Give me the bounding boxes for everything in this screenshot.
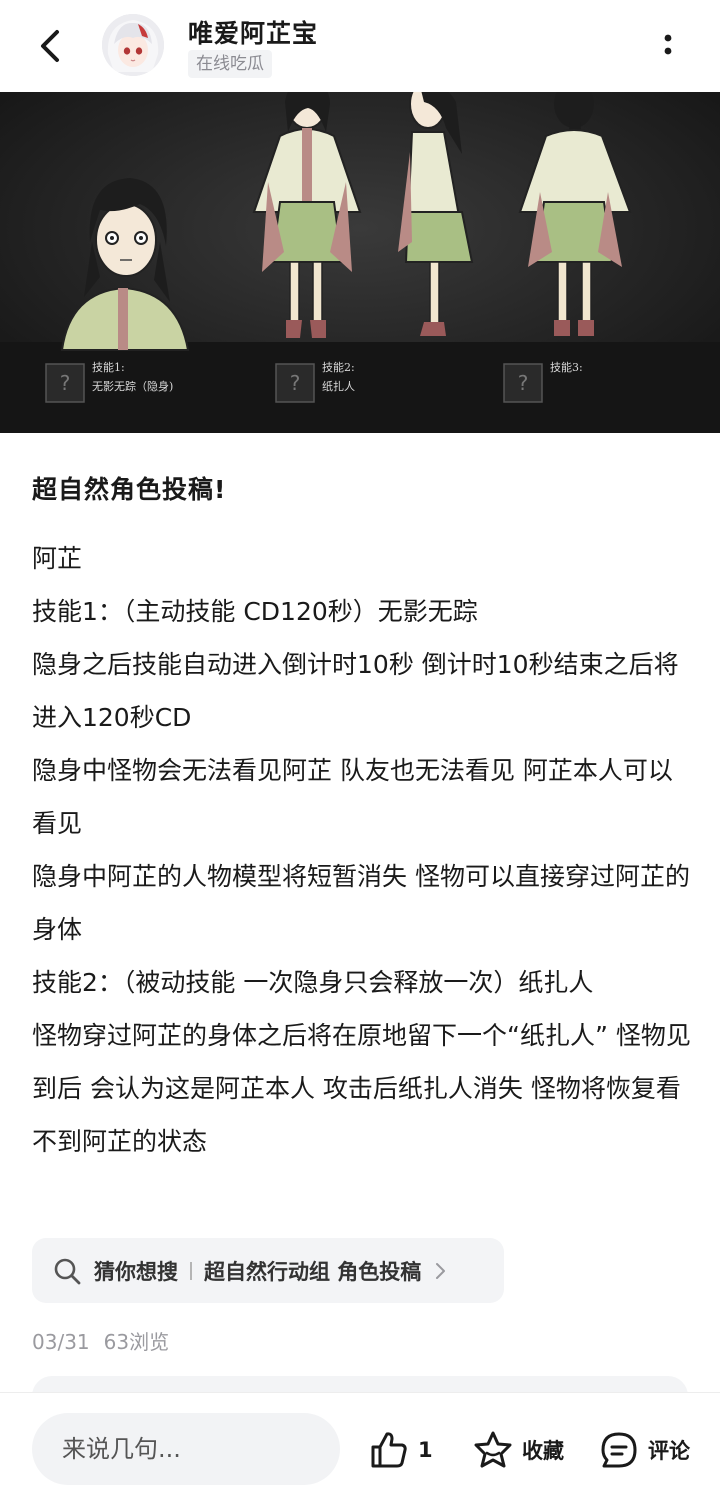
post-paragraph: 隐身中阿芷的人物模型将短暂消失 怪物可以直接穿过阿芷的身体 (32, 862, 690, 944)
post-paragraph: 技能1：（主动技能 CD120秒）无影无踪 (32, 597, 478, 626)
svg-text:?: ? (518, 371, 529, 395)
search-suggestion-query: 超自然行动组 角色投稿 (204, 1259, 422, 1284)
divider (190, 1261, 192, 1280)
top-bar: 唯爱阿芷宝 在线吃瓜 (0, 0, 720, 92)
chevron-right-icon (436, 1262, 446, 1279)
comment-input[interactable]: 来说几句... (32, 1413, 340, 1485)
skill-1-name: 无影无踪（隐身) (92, 380, 174, 393)
skill-2-label: 技能2: (322, 361, 355, 374)
post-paragraph: 隐身之后技能自动进入倒计时10秒 倒计时10秒结束之后将进入120秒CD (32, 650, 679, 732)
post-paragraph: 阿芷 (32, 544, 83, 573)
skill-2-name: 纸扎人 (322, 380, 355, 393)
back-button[interactable] (30, 24, 70, 68)
like-count: 1 (418, 1438, 433, 1462)
skill-1-label: 技能1: (92, 361, 125, 374)
skill-2-caption: 技能2: 纸扎人 (322, 358, 355, 396)
post-paragraph: 隐身中怪物会无法看见阿芷 队友也无法看见 阿芷本人可以看见 (32, 756, 673, 838)
more-options-button[interactable] (656, 28, 680, 64)
comment-button[interactable]: 评论 (598, 1425, 690, 1475)
post-paragraph: 怪物穿过阿芷的身体之后将在原地留下一个“纸扎人” 怪物见到后 会认为这是阿芷本人… (32, 1021, 691, 1156)
post-date: 03/31 (32, 1330, 90, 1354)
thumbs-up-icon (371, 1432, 407, 1468)
star-icon (474, 1431, 512, 1468)
chevron-left-icon (41, 30, 59, 62)
svg-text:?: ? (290, 371, 301, 395)
svg-text:?: ? (60, 371, 71, 395)
avatar[interactable] (102, 14, 164, 76)
post-meta: 03/31 63浏览 (32, 1326, 169, 1355)
post-body: 阿芷 技能1：（主动技能 CD120秒）无影无踪 隐身之后技能自动进入倒计时10… (32, 532, 692, 1168)
favorite-button[interactable]: 收藏 (472, 1425, 564, 1475)
post-title: 超自然角色投稿! (32, 475, 227, 504)
view-count: 63浏览 (103, 1330, 170, 1354)
username[interactable]: 唯爱阿芷宝 (188, 14, 318, 50)
comment-icon (601, 1432, 637, 1468)
search-icon (54, 1258, 81, 1284)
favorite-label: 收藏 (522, 1439, 564, 1463)
post-image[interactable]: ? ? ? 技能1: 无影无踪（隐身) 技能2: 纸扎人 技能3: (0, 92, 720, 433)
like-button[interactable]: 1 (368, 1425, 433, 1475)
comment-label: 评论 (648, 1439, 690, 1463)
bottom-action-bar: 来说几句... 1 收藏 评论 (0, 1393, 720, 1507)
skill-1-caption: 技能1: 无影无踪（隐身) (92, 358, 173, 396)
search-suggestion-chip[interactable]: 猜你想搜 超自然行动组 角色投稿 (32, 1238, 504, 1303)
skill-3-caption: 技能3: (550, 358, 583, 377)
post-paragraph: 技能2：（被动技能 一次隐身只会释放一次）纸扎人 (32, 968, 594, 997)
search-suggestion-label: 猜你想搜 (94, 1259, 178, 1284)
more-vertical-icon (664, 34, 672, 55)
skill-3-label: 技能3: (550, 361, 583, 374)
user-status-tag: 在线吃瓜 (188, 50, 272, 78)
